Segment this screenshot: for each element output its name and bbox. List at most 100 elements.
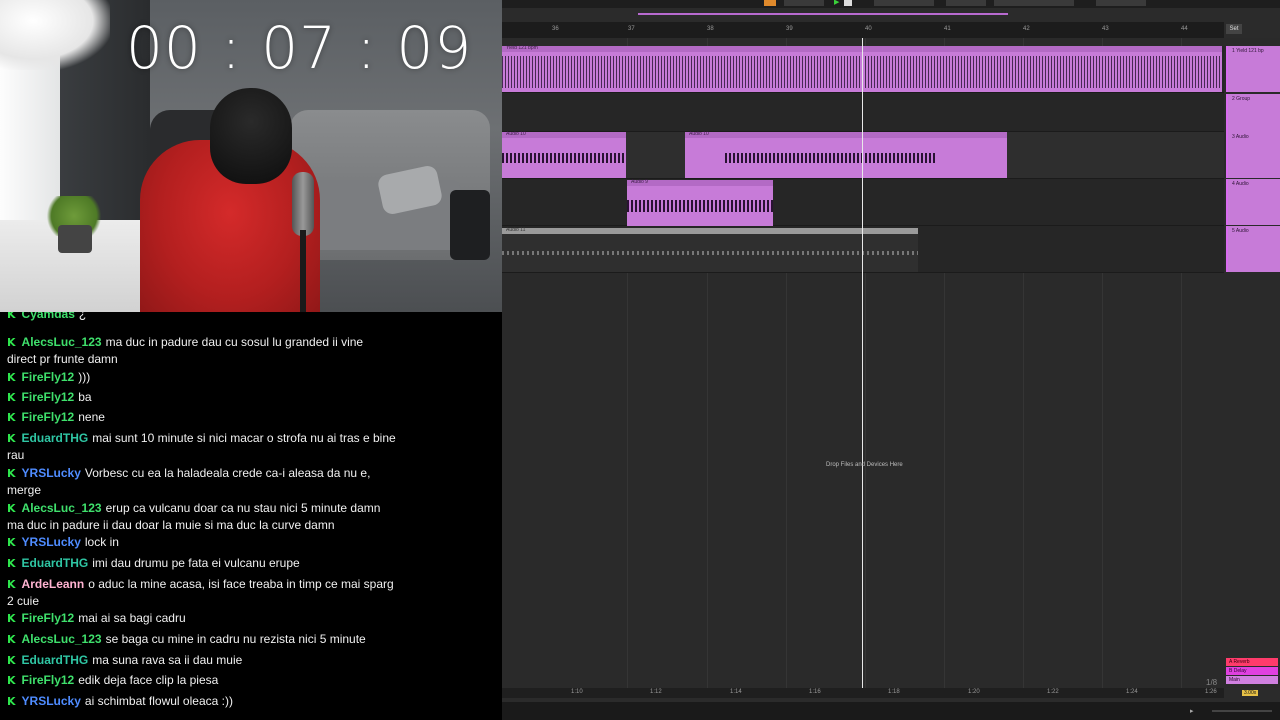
beat-ruler[interactable]: 36 37 38 39 40 41 42 43 44 — [502, 22, 1224, 39]
kick-badge-icon: K — [7, 612, 16, 625]
time-tick: 1:10 — [571, 689, 583, 695]
chat-username[interactable]: ArdeLeann — [22, 577, 85, 591]
chat-text: se baga cu mine in cadru nu rezista nici… — [105, 632, 366, 646]
audio-clip-9[interactable]: Audio 9 — [627, 179, 773, 226]
kick-badge-icon: K — [7, 391, 16, 404]
chat-text: ma duc in padure ii dau doar la muie si … — [7, 518, 335, 532]
track-name: 3 Audio — [1232, 134, 1249, 140]
ruler-tick: 37 — [628, 26, 635, 32]
track-header-1[interactable]: 1 Yield 121 bp — [1226, 46, 1280, 92]
time-ruler[interactable]: 1:10 1:12 1:14 1:16 1:18 1:20 1:22 1:24 1:26 — [502, 688, 1224, 698]
chat-username[interactable]: AlecsLuc_123 — [22, 632, 102, 646]
time-tick: 1:18 — [888, 689, 900, 695]
kick-badge-icon: K — [7, 312, 16, 321]
chat-message: K YRSLucky ai schimbat flowul oleaca :)) — [7, 693, 407, 710]
kick-badge-icon: K — [7, 654, 16, 667]
transport-bar: ▶ — [502, 0, 1280, 8]
stop-button[interactable] — [844, 0, 852, 6]
daw-window: ▶ 36 37 38 39 40 41 42 43 44 Set Yield 121 bpm A… — [502, 0, 1280, 720]
chat-message: K EduardTHG mai sunt 10 minute si nici mac… — [7, 430, 407, 463]
main-track[interactable]: Main — [1226, 676, 1278, 684]
chat-username[interactable]: FireFly12 — [22, 673, 75, 687]
plant-pot — [58, 225, 92, 253]
kick-badge-icon: K — [7, 695, 16, 708]
chat-text: nene — [78, 410, 105, 424]
return-track-b[interactable]: B Delay — [1226, 667, 1278, 675]
chat-text: ba — [78, 390, 92, 404]
horizontal-scrollbar[interactable] — [1212, 710, 1272, 712]
grid-zoom[interactable]: 1/8 — [1206, 678, 1217, 687]
chat-username[interactable]: YRSLucky — [22, 466, 81, 480]
time-tick: 1:24 — [1126, 689, 1138, 695]
chat-username[interactable]: AlecsLuc_123 — [22, 335, 102, 349]
chat-text: ))) — [78, 370, 91, 384]
chat-text: ma suna rava sa ii dau muie — [92, 653, 243, 667]
waveform — [502, 250, 918, 256]
tempo-display[interactable] — [784, 0, 824, 6]
chat-text: edik deja face clip la piesa — [78, 673, 219, 687]
track-lane-2[interactable] — [502, 93, 1224, 132]
chat-text: o aduc la mine acasa, isi face treaba in… — [88, 577, 394, 591]
waveform — [627, 199, 773, 213]
chat-username[interactable]: YRSLucky — [22, 535, 81, 549]
ruler-tick: 43 — [1102, 26, 1109, 32]
ruler-tick: 41 — [944, 26, 951, 32]
chat-username[interactable]: YRSLucky — [22, 694, 81, 708]
track-header-3[interactable]: 3 Audio — [1226, 132, 1280, 178]
record-arm-button[interactable] — [764, 0, 776, 6]
chat-username[interactable]: AlecsLuc_123 — [22, 501, 102, 515]
chat-text: merge — [7, 483, 42, 497]
chat-username[interactable]: EduardTHG — [22, 653, 89, 667]
ruler-tick: 44 — [1181, 26, 1188, 32]
stream-timer: 00 : 07 : 09 — [126, 14, 473, 82]
chat-message: K AlecsLuc_123 se baga cu mine in cadru nu… — [7, 631, 407, 648]
overview-bar[interactable] — [638, 13, 1008, 15]
chat-message: K ArdeLeann o aduc la mine acasa, isi face… — [7, 576, 407, 609]
track-header-4[interactable]: 4 Audio — [1226, 179, 1280, 225]
ruler-tick: 38 — [707, 26, 714, 32]
kick-badge-icon: K — [7, 674, 16, 687]
track-header-5[interactable]: 5 Audio — [1226, 226, 1280, 272]
chat-message: K EduardTHG imi dau drumu pe fata ei vulca… — [7, 555, 407, 572]
track-headers: 1 Yield 121 bp 2 Group 3 Audio 4 Audio 5… — [1224, 38, 1280, 688]
audio-clip-10a[interactable]: Audio 10 — [502, 131, 626, 178]
track-lane-4[interactable] — [502, 179, 1224, 226]
chat-username[interactable]: Cyamdas — [22, 312, 75, 321]
loop-controls[interactable] — [994, 0, 1074, 6]
streamer-head — [210, 88, 292, 184]
chat-username[interactable]: EduardTHG — [22, 431, 89, 445]
drop-zone-label: Drop Files and Devices Here — [826, 462, 903, 468]
kick-badge-icon: K — [7, 411, 16, 424]
chat-text: 2 cuie — [7, 594, 40, 608]
chat-message: K EduardTHG ma suna rava sa ii dau muie — [7, 652, 407, 669]
webcam-view: 00 : 07 : 09 — [0, 0, 502, 322]
chat-text: erup ca vulcanu doar ca nu stau nici 5 m… — [105, 501, 381, 515]
return-track-a[interactable]: A Reverb — [1226, 658, 1278, 666]
chat-username[interactable]: EduardTHG — [22, 556, 89, 570]
position-display[interactable] — [946, 0, 986, 6]
scroll-arrow-icon[interactable]: ▸ — [1190, 707, 1194, 715]
clip-name: Audio 11 — [506, 227, 526, 233]
chat-message: K YRSLucky Vorbesc cu ea la haladeala cred… — [7, 465, 407, 498]
bin — [450, 190, 490, 260]
zoom-readout[interactable]: 3.00x — [1242, 690, 1259, 696]
play-button[interactable]: ▶ — [832, 0, 842, 6]
chat-username[interactable]: FireFly12 — [22, 611, 75, 625]
clip-name: Audio 9 — [631, 179, 648, 185]
playhead[interactable] — [862, 38, 863, 688]
arrangement-view[interactable]: Yield 121 bpm Audio 10 Audio 10 Audio 9 … — [502, 38, 1224, 688]
chat-message: K FireFly12))) — [7, 369, 407, 386]
ruler-tick: 39 — [786, 26, 793, 32]
loop-length[interactable] — [1096, 0, 1146, 6]
track-name: 5 Audio — [1232, 228, 1249, 234]
chat-username[interactable]: FireFly12 — [22, 410, 75, 424]
audio-clip-11[interactable]: Audio 11 — [502, 227, 918, 272]
audio-clip-10b[interactable]: Audio 10 — [685, 131, 1007, 178]
chat-username[interactable]: FireFly12 — [22, 390, 75, 404]
kick-badge-icon: K — [7, 557, 16, 570]
editing-tools[interactable] — [874, 0, 934, 6]
set-button[interactable]: Set — [1226, 24, 1242, 34]
track-header-2[interactable]: 2 Group — [1226, 94, 1280, 132]
chat-username[interactable]: FireFly12 — [22, 370, 75, 384]
clip-name: Audio 10 — [506, 131, 526, 137]
